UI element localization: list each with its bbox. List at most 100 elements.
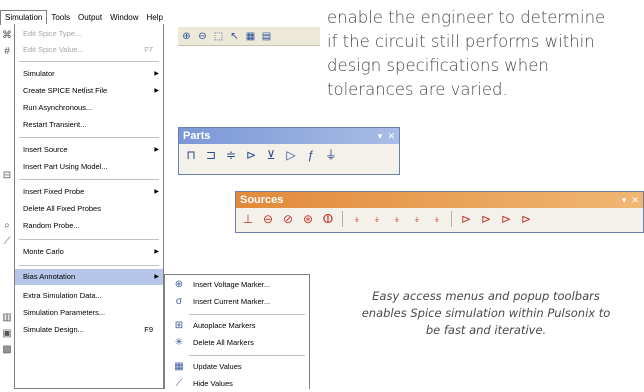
random-probe-icon: ⟋ xyxy=(3,236,11,247)
dependent-source-1-icon[interactable]: ⊳ xyxy=(458,211,474,227)
submenu-arrow-icon: ▶ xyxy=(154,274,159,280)
simulation-menu: Edit Spice Type... Edit Spice Value... F7… xyxy=(14,24,164,389)
paragraph-line: if the circuit still performs within xyxy=(327,32,595,51)
dependent-source-3-icon[interactable]: ⊳ xyxy=(498,211,514,227)
dc-source-icon[interactable]: ⊖ xyxy=(260,211,276,227)
chevron-down-icon[interactable]: ▾ xyxy=(622,195,627,205)
menu-item-run-async[interactable]: Run Asynchronous... xyxy=(15,100,163,116)
menu-item-delete-probes[interactable]: Delete All Fixed Probes xyxy=(15,201,163,217)
delete-markers-icon: ✳ xyxy=(174,337,184,348)
ground-icon[interactable]: ⏚ xyxy=(323,147,339,163)
menu-item-simulate-design[interactable]: Simulate Design... F9 xyxy=(15,322,163,338)
controlled-source-3-icon[interactable]: ⍖ xyxy=(389,211,405,227)
dependent-source-2-icon[interactable]: ⊳ xyxy=(478,211,494,227)
submenu-arrow-icon: ▶ xyxy=(154,189,159,195)
menu-simulation[interactable]: Simulation xyxy=(0,10,48,25)
transistor-icon[interactable]: ⊻ xyxy=(263,147,279,163)
paragraph-line: tolerances are varied. xyxy=(327,80,508,99)
menu-separator xyxy=(19,239,159,240)
menu-help[interactable]: Help xyxy=(143,11,167,25)
dependent-source-4-icon[interactable]: ⊳ xyxy=(518,211,534,227)
zoom-out-icon[interactable]: ⊖ xyxy=(196,30,209,43)
insert-part-icon: ⊟ xyxy=(2,170,12,181)
delete-probes-icon: ⌕ xyxy=(4,220,10,231)
controlled-source-5-icon[interactable]: ⍖ xyxy=(429,211,445,227)
submenu-arrow-icon: ▶ xyxy=(154,147,159,153)
menu-item-random-probe[interactable]: Random Probe... xyxy=(15,218,163,234)
layer-icon[interactable]: ▤ xyxy=(260,30,273,43)
select-icon[interactable]: ⬚ xyxy=(212,30,225,43)
zoom-in-icon[interactable]: ⊕ xyxy=(180,30,193,43)
caption-line: Easy access menus and popup toolbars xyxy=(372,289,600,303)
chevron-down-icon[interactable]: ▾ xyxy=(378,131,383,141)
edit-type-icon: ⌘ xyxy=(2,30,12,41)
menu-item-insert-source[interactable]: Insert Source ▶ xyxy=(15,142,163,158)
pointer-icon[interactable]: ↖ xyxy=(228,30,241,43)
submenu-item-autoplace[interactable]: ⊞ Autoplace Markers xyxy=(165,318,309,334)
controlled-source-2-icon[interactable]: ⍖ xyxy=(369,211,385,227)
submenu-item-voltage-marker[interactable]: ⊕ Insert Voltage Marker... xyxy=(165,277,309,293)
parts-toolbar-title[interactable]: Parts ▾ ✕ xyxy=(179,128,399,144)
diode-icon[interactable]: ⊳ xyxy=(243,147,259,163)
bias-annotation-submenu: ⊕ Insert Voltage Marker... σ Insert Curren… xyxy=(164,274,310,389)
close-icon[interactable]: ✕ xyxy=(631,195,639,205)
submenu-arrow-icon: ▶ xyxy=(154,88,159,94)
toolbar-divider xyxy=(451,211,452,227)
menu-item-create-netlist[interactable]: Create SPICE Netlist File ▶ xyxy=(15,83,163,99)
function-icon[interactable]: ƒ xyxy=(303,147,319,163)
menu-item-monte-carlo[interactable]: Monte Carlo ▶ xyxy=(15,244,163,260)
capacitor-icon[interactable]: ⊐ xyxy=(203,147,219,163)
caption-line: be fast and iterative. xyxy=(425,323,547,337)
current-marker-icon: σ xyxy=(175,296,183,307)
menu-window[interactable]: Window xyxy=(106,11,142,25)
main-toolbar: ⊕ ⊖ ⬚ ↖ ▦ ▤ xyxy=(178,27,320,46)
menu-separator xyxy=(19,265,159,266)
battery-icon[interactable]: ⊥ xyxy=(240,211,256,227)
menu-item-sim-params[interactable]: Simulation Parameters... xyxy=(15,305,163,321)
menu-item-edit-spice-value[interactable]: Edit Spice Value... F7 xyxy=(15,42,163,58)
submenu-item-update-values[interactable]: ▦ Update Values xyxy=(165,359,309,375)
menu-item-restart-transient[interactable]: Restart Transient... xyxy=(15,117,163,133)
menu-item-insert-fixed-probe[interactable]: Insert Fixed Probe ▶ xyxy=(15,184,163,200)
autoplace-icon: ⊞ xyxy=(174,320,184,331)
submenu-item-delete-markers[interactable]: ✳ Delete All Markers xyxy=(165,335,309,351)
submenu-item-current-marker[interactable]: σ Insert Current Marker... xyxy=(165,294,309,310)
menu-output[interactable]: Output xyxy=(74,11,106,25)
edit-value-icon: # xyxy=(4,46,10,57)
sine-source-icon[interactable]: ⵀ xyxy=(320,211,336,227)
submenu-item-hide-values[interactable]: ⟋ Hide Values xyxy=(165,376,309,392)
menu-separator xyxy=(19,61,159,62)
controlled-source-1-icon[interactable]: ⍖ xyxy=(349,211,365,227)
caption: Easy access menus and popup toolbars ena… xyxy=(337,288,635,339)
controlled-source-4-icon[interactable]: ⍖ xyxy=(409,211,425,227)
pulse-source-icon[interactable]: ⊛ xyxy=(300,211,316,227)
parts-toolbar: Parts ▾ ✕ ⊓ ⊐ ≑ ⊳ ⊻ ▷ ƒ ⏚ xyxy=(178,127,400,175)
sources-toolbar-title[interactable]: Sources ▾ ✕ xyxy=(236,192,643,208)
menu-bar: Simulation Tools Output Window Help xyxy=(0,10,232,25)
toolbar-divider xyxy=(342,211,343,227)
menu-item-bias-annotation[interactable]: Bias Annotation ▶ xyxy=(15,269,163,285)
menu-item-insert-part-model[interactable]: Insert Part Using Model... xyxy=(15,159,163,175)
opamp-icon[interactable]: ▷ xyxy=(283,147,299,163)
sources-toolbar: Sources ▾ ✕ ⊥ ⊖ ⊘ ⊛ ⵀ ⍖ ⍖ ⍖ ⍖ ⍖ ⊳ ⊳ ⊳ ⊳ xyxy=(235,191,644,233)
inductor-icon[interactable]: ≑ xyxy=(223,147,239,163)
sim-params-icon: ▣ xyxy=(2,328,12,339)
menu-item-edit-spice-type[interactable]: Edit Spice Type... xyxy=(15,26,163,42)
intro-paragraph: enable the engineer to determine if the … xyxy=(327,6,642,102)
caption-line: enables Spice simulation within Pulsonix… xyxy=(361,306,611,320)
ac-source-icon[interactable]: ⊘ xyxy=(280,211,296,227)
update-values-icon: ▦ xyxy=(174,361,184,372)
menu-item-simulator[interactable]: Simulator ▶ xyxy=(15,66,163,82)
close-icon[interactable]: ✕ xyxy=(387,131,395,141)
menu-separator xyxy=(19,137,159,138)
grid-icon[interactable]: ▦ xyxy=(244,30,257,43)
simulate-design-icon: ▩ xyxy=(2,344,12,355)
paragraph-line: enable the engineer to determine xyxy=(327,8,606,27)
menu-item-extra-sim-data[interactable]: Extra Simulation Data... xyxy=(15,288,163,304)
resistor-icon[interactable]: ⊓ xyxy=(183,147,199,163)
menu-tools[interactable]: Tools xyxy=(47,11,74,25)
voltage-marker-icon: ⊕ xyxy=(174,279,184,290)
paragraph-line: design specifications when xyxy=(327,56,549,75)
submenu-separator xyxy=(189,355,305,356)
submenu-separator xyxy=(189,314,305,315)
